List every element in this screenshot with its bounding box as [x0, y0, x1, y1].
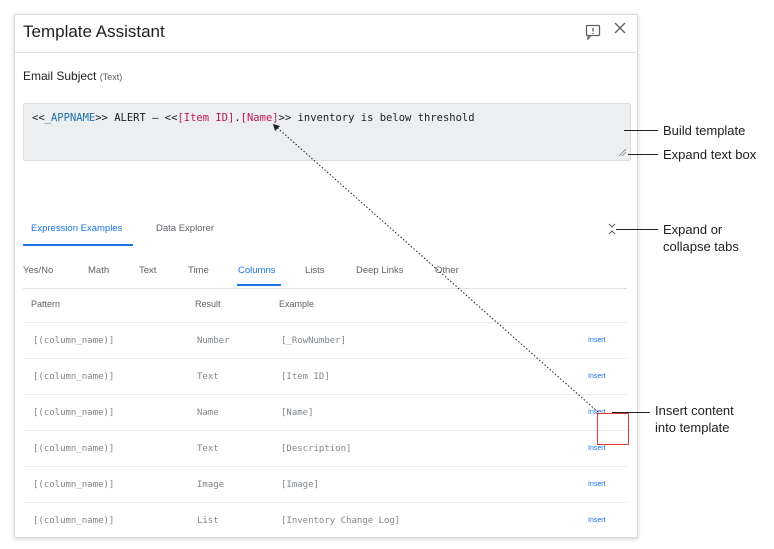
subtabs-divider	[23, 288, 627, 289]
pattern-cell: [(column_name)]	[33, 408, 115, 418]
table-row: [(column_name)] Name [Name] Insert	[23, 394, 627, 431]
table-row: [(column_name)] Text [Item ID] Insert	[23, 358, 627, 395]
result-cell: Image	[197, 480, 225, 490]
callout-insert-content: Insert content into template	[655, 402, 734, 436]
token-open: <<	[32, 112, 45, 124]
col-header-result: Result	[195, 299, 221, 309]
token-name: [Name]	[240, 112, 279, 124]
token-appname: _APPNAME	[44, 112, 96, 124]
field-type: (Text)	[99, 72, 123, 82]
pattern-cell: [(column_name)]	[33, 516, 115, 526]
pattern-cell: [(column_name)]	[33, 480, 115, 490]
callout-build-template: Build template	[663, 123, 746, 138]
table-row: [(column_name)] Number [_RowNumber] Inse…	[23, 322, 627, 359]
col-header-pattern: Pattern	[31, 299, 61, 309]
pattern-cell: [(column_name)]	[33, 444, 115, 454]
callout-line-expand-tabs	[616, 229, 658, 230]
template-assistant-dialog: Template Assistant Email Subject (Text) …	[14, 14, 638, 538]
result-cell: Name	[197, 408, 219, 418]
callout-line-build	[624, 130, 658, 131]
subtab-columns[interactable]: Columns	[238, 265, 276, 276]
insert-button[interactable]: Insert	[588, 337, 606, 344]
example-cell: [Inventory Change Log]	[281, 516, 401, 526]
callout-line-insert	[612, 412, 650, 413]
insert-button[interactable]: Insert	[588, 517, 606, 524]
insert-button[interactable]: Insert	[588, 373, 606, 380]
insert-button[interactable]: Insert	[588, 481, 606, 488]
template-textbox[interactable]: <<_APPNAME>> ALERT – <<[Item ID].[Name]>…	[23, 103, 631, 161]
subtab-yes-no[interactable]: Yes/No	[23, 265, 53, 276]
pattern-cell: [(column_name)]	[33, 372, 115, 382]
pattern-cell: [(column_name)]	[33, 336, 115, 346]
token-item-id: [Item ID]	[177, 112, 235, 124]
insert-button[interactable]: Insert	[588, 445, 606, 452]
result-cell: Text	[197, 444, 219, 454]
insert-highlight-box	[597, 413, 629, 445]
table-row: [(column_name)] Text [Description] Inser…	[23, 430, 627, 467]
table-row: [(column_name)] Image [Image] Insert	[23, 466, 627, 503]
col-header-example: Example	[279, 299, 315, 309]
subtab-time[interactable]: Time	[188, 265, 209, 276]
example-cell: [_RowNumber]	[281, 336, 347, 346]
subtab-deep-links[interactable]: Deep Links	[356, 265, 404, 276]
callout-insert-line2: into template	[655, 420, 730, 435]
dialog-title: Template Assistant	[23, 22, 165, 41]
dialog-header: Template Assistant	[15, 15, 637, 53]
token-threshold-text: >> inventory is below threshold	[278, 112, 475, 124]
subtab-other[interactable]: Other	[435, 265, 459, 276]
example-cell: [Description]	[281, 444, 352, 454]
result-cell: List	[197, 516, 219, 526]
subtab-math[interactable]: Math	[88, 265, 109, 276]
tab-active-indicator	[23, 244, 133, 246]
callout-expand-text-box: Expand text box	[663, 147, 757, 162]
subtab-text[interactable]: Text	[139, 265, 156, 276]
callout-line-expand-text	[628, 154, 658, 155]
example-cell: [Name]	[281, 408, 314, 418]
subtab-lists[interactable]: Lists	[305, 265, 325, 276]
callout-insert-line1: Insert content	[655, 403, 734, 418]
callout-expand-tabs: Expand or collapse tabs	[663, 221, 739, 255]
callout-expand-tabs-line2: collapse tabs	[663, 239, 739, 254]
feedback-icon[interactable]	[585, 24, 601, 40]
result-cell: Text	[197, 372, 219, 382]
template-expression: <<_APPNAME>> ALERT – <<[Item ID].[Name]>…	[32, 112, 475, 124]
token-alert-text: >> ALERT – <<	[95, 112, 178, 124]
field-label-name: Email Subject	[23, 69, 97, 83]
example-cell: [Item ID]	[281, 372, 330, 382]
tab-data-explorer[interactable]: Data Explorer	[156, 223, 214, 234]
callout-expand-tabs-line1: Expand or	[663, 222, 723, 237]
resize-handle-icon[interactable]	[618, 148, 626, 156]
close-icon[interactable]	[613, 21, 627, 35]
subtab-active-indicator	[237, 284, 281, 286]
tab-expression-examples[interactable]: Expression Examples	[31, 223, 122, 234]
result-cell: Number	[197, 336, 230, 346]
field-label: Email Subject (Text)	[23, 69, 122, 83]
example-cell: [Image]	[281, 480, 319, 490]
table-row: [(column_name)] List [Inventory Change L…	[23, 502, 627, 537]
